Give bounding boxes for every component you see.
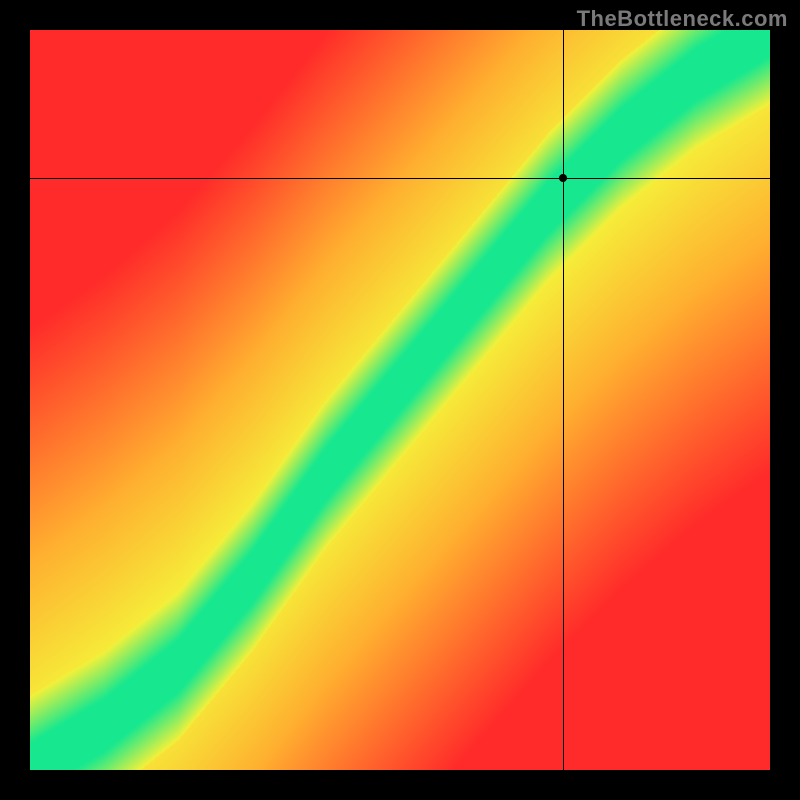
crosshair-horizontal [30, 178, 770, 179]
chart-container: TheBottleneck.com [0, 0, 800, 800]
watermark-text: TheBottleneck.com [577, 6, 788, 32]
crosshair-vertical [563, 30, 564, 770]
crosshair-marker [559, 174, 567, 182]
heatmap-canvas [30, 30, 770, 770]
plot-area [30, 30, 770, 770]
